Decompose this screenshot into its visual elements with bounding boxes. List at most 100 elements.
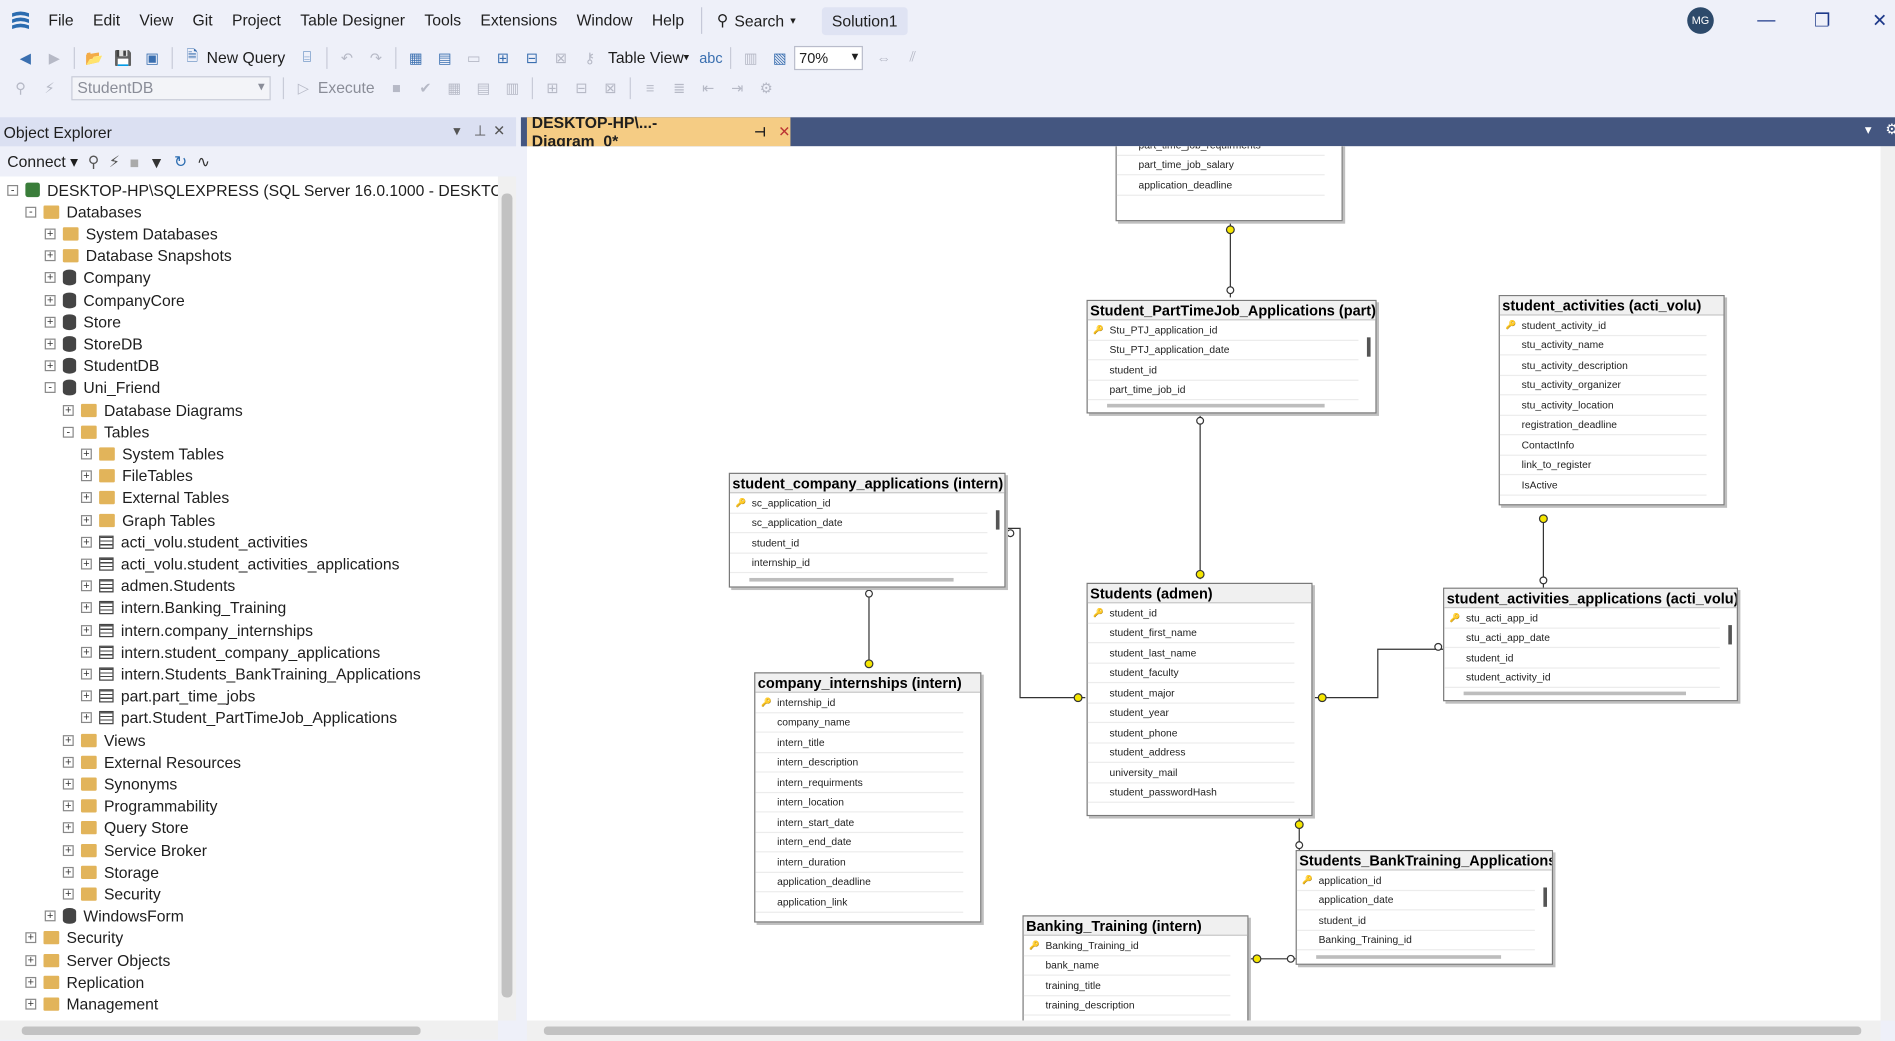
tree-node[interactable]: + intern.Students_BankTraining_Applicatio… [80, 663, 421, 685]
menu-item-window[interactable]: Window [567, 5, 642, 36]
plan-icon[interactable]: ⊞ [541, 78, 563, 97]
expand-icon[interactable]: + [80, 558, 92, 570]
menu-item-git[interactable]: Git [183, 5, 222, 36]
solution-name[interactable]: Solution1 [822, 6, 908, 35]
name-label-icon[interactable]: abc [699, 48, 722, 67]
diagram-column-row[interactable]: student_id [1444, 648, 1720, 669]
filter-icon[interactable]: ▼ [149, 153, 165, 171]
close-icon[interactable]: ✕ [493, 122, 505, 139]
table-vertical-scrollbar[interactable] [1543, 887, 1548, 907]
comment-icon[interactable]: ≡ [639, 78, 661, 97]
expand-icon[interactable]: + [25, 976, 37, 988]
expand-icon[interactable]: + [44, 316, 56, 328]
diagram-table-title[interactable]: Banking_Training (intern) [1023, 916, 1248, 936]
diagram-table-sa[interactable]: student_activities (acti_volu) 🔑 student_a… [1498, 295, 1725, 506]
expand-icon[interactable]: + [62, 756, 74, 768]
diagram-table-sbta[interactable]: Students_BankTraining_Applications (i 🔑 ap… [1295, 849, 1554, 965]
tree-node[interactable]: + StudentDB [44, 355, 159, 377]
tree-node[interactable]: + System Databases [44, 223, 218, 245]
menu-item-table-designer[interactable]: Table Designer [291, 5, 415, 36]
diagram-column-row[interactable]: student_id [1087, 360, 1359, 381]
client-stats-icon[interactable]: ⊠ [599, 78, 621, 97]
diagram-table-title[interactable]: student_activities (acti_volu) [1499, 296, 1724, 316]
diagram-table-bt[interactable]: Banking_Training (intern) 🔑 Banking_Traini… [1022, 915, 1249, 1021]
connect-button[interactable]: Connect ▾ [7, 152, 78, 171]
diagram-table-title[interactable]: student_company_applications (intern) [729, 473, 1005, 494]
diagram-table-sca[interactable]: student_company_applications (intern) 🔑 sc… [728, 472, 1006, 588]
tree-node[interactable]: + intern.Banking_Training [80, 597, 286, 619]
stats-icon[interactable]: ⊟ [570, 78, 592, 97]
expand-icon[interactable]: + [80, 602, 92, 614]
tree-node[interactable]: + Programmability [62, 795, 218, 817]
diagram-column-row[interactable]: stu_acti_app_date [1444, 628, 1720, 649]
restore-icon[interactable]: ❐ [1814, 10, 1830, 32]
diagram-table-title[interactable]: Students_BankTraining_Applications (i [1296, 851, 1552, 871]
query-icon[interactable]: ⌸ [296, 48, 318, 67]
diagram-column-row[interactable]: part_time_job_requirments [1116, 146, 1325, 156]
tree-node[interactable]: + External Resources [62, 751, 241, 773]
pin-icon[interactable]: ⊥ [474, 122, 487, 139]
menu-item-file[interactable]: File [39, 5, 84, 36]
diagram-column-row[interactable]: stu_activity_location [1499, 395, 1707, 416]
diagram-column-row[interactable]: 🔑 student_activity_id [1499, 316, 1707, 336]
expand-icon[interactable]: + [25, 954, 37, 966]
tree-node[interactable]: + CompanyCore [44, 289, 185, 311]
diagram-vertical-scrollbar[interactable] [1880, 146, 1895, 1021]
expand-icon[interactable]: + [62, 778, 74, 790]
activity-monitor-icon[interactable]: ▦ [405, 48, 427, 67]
save-all-icon[interactable]: ▣ [141, 48, 163, 67]
menu-item-view[interactable]: View [130, 5, 183, 36]
tree-node[interactable]: + admen.Students [80, 575, 235, 597]
tree-node[interactable]: - Tables [62, 421, 150, 443]
tree-node[interactable]: + StoreDB [44, 333, 143, 355]
menu-item-help[interactable]: Help [642, 5, 694, 36]
results-grid-icon[interactable]: ▤ [473, 78, 495, 97]
table-vertical-scrollbar[interactable] [995, 510, 1000, 530]
diagram-column-row[interactable]: Banking_Training_id [1296, 930, 1535, 951]
diagram-column-row[interactable]: intern_end_date [755, 832, 964, 853]
tree-node[interactable]: + Security [62, 883, 161, 905]
diagram-column-row[interactable]: student_passwordHash [1087, 783, 1295, 803]
diagram-column-row[interactable]: student_address [1087, 743, 1295, 763]
tree-node[interactable]: - DESKTOP-HP\SQLEXPRESS (SQL Server 16.0.… [7, 179, 498, 201]
expand-icon[interactable]: + [80, 448, 92, 460]
diagram-column-row[interactable]: intern_duration [755, 852, 964, 873]
diagram-column-row[interactable]: bank_name [1023, 956, 1231, 976]
uncomment-icon[interactable]: ≣ [668, 78, 690, 97]
redo-icon[interactable]: ↷ [365, 48, 387, 67]
expand-icon[interactable]: + [44, 910, 56, 922]
close-tab-icon[interactable]: ✕ [778, 123, 790, 140]
stop-icon[interactable]: ■ [130, 153, 139, 171]
diagram-column-row[interactable]: 🔑 student_id [1087, 603, 1295, 624]
chevron-down-icon[interactable]: ▾ [453, 122, 460, 139]
menu-item-edit[interactable]: Edit [83, 5, 129, 36]
new-query-button[interactable]: New Query [207, 48, 286, 66]
expand-icon[interactable]: + [44, 250, 56, 262]
registered-servers-icon[interactable]: ▤ [434, 48, 456, 67]
forward-icon[interactable]: ▶ [44, 48, 66, 67]
tab-diagram[interactable]: DESKTOP-HP\...- Diagram_0* ⊣ ✕ [526, 114, 791, 150]
database-select[interactable]: StudentDB [71, 75, 271, 100]
tree-node[interactable]: + Query Store [62, 817, 189, 839]
expand-icon[interactable]: + [62, 844, 74, 856]
diagram-column-row[interactable]: application_deadline [755, 872, 964, 893]
diagram-column-row[interactable]: training_description [1023, 996, 1231, 1016]
tree-node[interactable]: + acti_volu.student_activities [80, 531, 308, 553]
tree-node[interactable]: + Server Objects [25, 949, 170, 971]
table-vertical-scrollbar[interactable] [1366, 337, 1371, 357]
diagram-table-sptj[interactable]: Student_PartTimeJob_Applications (part) 🔑… [1086, 299, 1377, 414]
diagram-column-row[interactable]: company_name [755, 713, 964, 733]
diagram-canvas[interactable]: part_time_job_requirments part_time_job_s… [526, 146, 1881, 1021]
diagram-column-row[interactable]: 🔑 Stu_PTJ_application_id [1087, 320, 1359, 341]
diagram-column-row[interactable]: student_id [729, 533, 988, 554]
diagram-column-row[interactable]: student_year [1087, 703, 1295, 724]
diagram-column-row[interactable]: stu_activity_organizer [1499, 375, 1707, 396]
tree-node[interactable]: + Synonyms [62, 773, 177, 795]
tree-node[interactable]: + Security [25, 927, 123, 949]
expand-icon[interactable]: + [62, 888, 74, 900]
diagram-column-row[interactable]: application_date [1296, 891, 1535, 911]
collapse-icon[interactable]: - [44, 382, 56, 394]
zoom-select[interactable]: 70% [794, 45, 864, 70]
pin-icon[interactable]: ⊣ [754, 124, 766, 140]
expand-icon[interactable]: + [80, 580, 92, 592]
